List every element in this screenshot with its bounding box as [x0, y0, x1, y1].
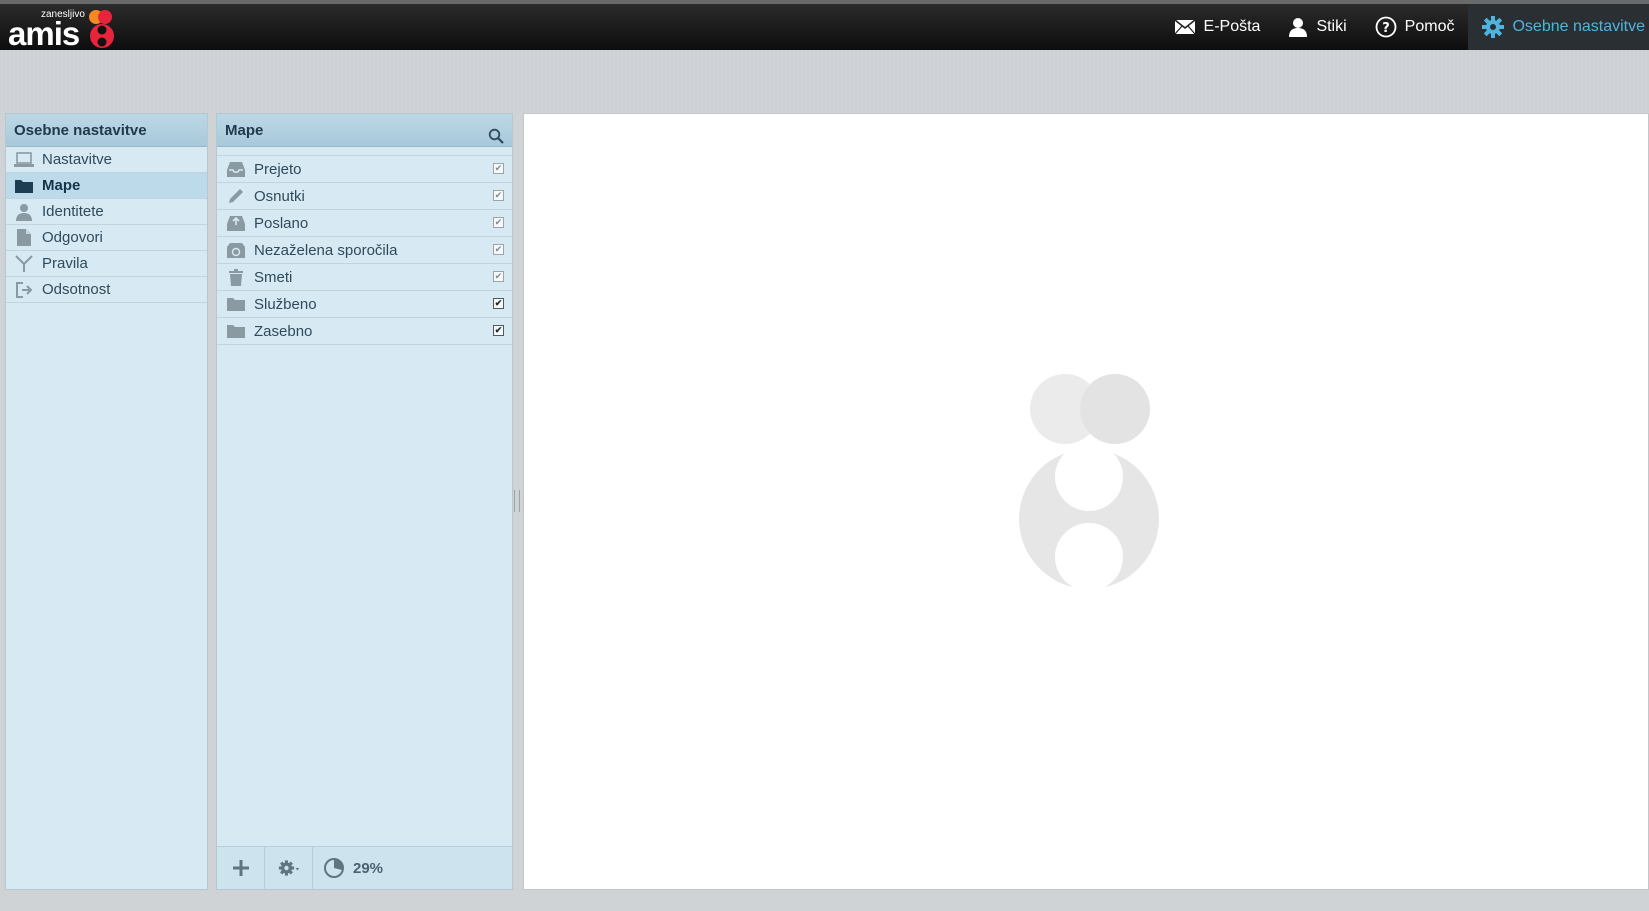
nav-contacts[interactable]: Stiki — [1274, 4, 1360, 50]
nav-email-label: E-Pošta — [1203, 18, 1261, 35]
plus-icon — [232, 860, 249, 876]
nav-help[interactable]: ? Pomoč — [1361, 4, 1469, 50]
quota-indicator: 29% — [313, 857, 383, 879]
sidebar-item-label: Mape — [42, 176, 81, 194]
amis-watermark-logo — [1019, 374, 1159, 589]
sidebar-item-rules[interactable]: Pravila — [6, 251, 207, 277]
outbox-icon — [226, 213, 246, 233]
sidebar-item-settings[interactable]: Nastavitve — [6, 147, 207, 173]
sidebar-item-label: Nastavitve — [42, 150, 113, 168]
nav-personal-settings-label: Osebne nastavitve — [1512, 18, 1645, 35]
envelope-icon — [1174, 19, 1196, 35]
sidebar-item-label: Odgovori — [42, 228, 103, 246]
folder-item-junk[interactable]: Nezaželena sporočila ✔ — [217, 237, 512, 264]
trash-icon — [226, 267, 246, 287]
folders-panel: Mape Prejeto ✔ Osnutki ✔ Poslano ✔ Nezaž… — [216, 113, 513, 890]
person-icon — [1289, 18, 1308, 37]
sidebar-item-label: Identitete — [42, 202, 104, 220]
quota-percentage: 29% — [353, 859, 384, 877]
folder-item-drafts[interactable]: Osnutki ✔ — [217, 183, 512, 210]
folders-panel-header: Mape — [217, 114, 512, 147]
subscription-checkbox[interactable]: ✔ — [493, 325, 504, 336]
amis-logo[interactable]: zanesljivo amis — [8, 8, 128, 50]
subscription-checkbox[interactable]: ✔ — [493, 217, 504, 228]
gear-icon — [1482, 16, 1505, 38]
folder-icon — [226, 294, 246, 314]
quota-pie-icon — [324, 858, 344, 878]
inbox-icon — [226, 159, 246, 179]
folder-item-sent[interactable]: Poslano ✔ — [217, 210, 512, 237]
sidebar-item-folders[interactable]: Mape — [6, 173, 207, 199]
gear-icon — [278, 860, 299, 876]
folder-icon — [14, 176, 34, 196]
svg-text:?: ? — [1382, 21, 1390, 36]
nav-personal-settings[interactable]: Osebne nastavitve — [1468, 4, 1649, 50]
nav-help-label: Pomoč — [1404, 18, 1455, 35]
folder-details-area — [523, 113, 1649, 890]
settings-menu: Nastavitve Mape Identitete Odgovori Prav… — [6, 147, 207, 303]
subscription-checkbox[interactable]: ✔ — [493, 271, 504, 282]
settings-sections-panel: Osebne nastavitve Nastavitve Mape Identi… — [5, 113, 208, 890]
folder-icon — [226, 321, 246, 341]
main-navigation: E-Pošta Stiki ? Pomoč Osebne nastavitve — [1160, 4, 1649, 50]
sidebar-item-responses[interactable]: Odgovori — [6, 225, 207, 251]
panel-resize-handle[interactable] — [514, 490, 520, 512]
nav-email[interactable]: E-Pošta — [1160, 4, 1275, 50]
subscription-checkbox[interactable]: ✔ — [493, 298, 504, 309]
folder-item-trash[interactable]: Smeti ✔ — [217, 264, 512, 291]
sidebar-item-absence[interactable]: Odsotnost — [6, 277, 207, 303]
folder-label: Poslano — [254, 214, 309, 232]
pencil-icon — [226, 186, 246, 206]
help-icon: ? — [1375, 16, 1397, 38]
folder-item-work[interactable]: Službeno ✔ — [217, 291, 512, 318]
recycle-icon — [226, 240, 246, 260]
folder-item-inbox[interactable]: Prejeto ✔ — [217, 156, 512, 183]
folder-item-private[interactable]: Zasebno ✔ — [217, 318, 512, 345]
folder-actions-menu-button[interactable] — [265, 847, 313, 889]
sidebar-item-label: Pravila — [42, 254, 88, 272]
folder-label: Službeno — [254, 295, 317, 313]
person-icon — [14, 202, 34, 222]
folder-label: Nezaželena sporočila — [254, 241, 398, 259]
folder-label: Osnutki — [254, 187, 305, 205]
folder-label: Smeti — [254, 268, 293, 286]
folder-label: Zasebno — [254, 322, 313, 340]
search-icon[interactable] — [488, 123, 504, 144]
top-bar: zanesljivo amis E-Pošta Stiki ? Pomoč Os… — [0, 0, 1649, 50]
toolbar-band — [0, 50, 1649, 112]
logout-icon — [14, 280, 34, 300]
logo-mark-icon — [89, 10, 114, 48]
nav-contacts-label: Stiki — [1316, 18, 1347, 35]
sidebar-item-identities[interactable]: Identitete — [6, 199, 207, 225]
folders-footer: 29% — [217, 846, 512, 889]
laptop-icon — [14, 150, 34, 170]
settings-panel-title: Osebne nastavitve — [6, 114, 207, 147]
folder-label: Prejeto — [254, 160, 302, 178]
add-folder-button[interactable] — [217, 847, 265, 889]
sidebar-item-label: Odsotnost — [42, 280, 111, 298]
filter-icon — [14, 254, 34, 274]
subscription-checkbox[interactable]: ✔ — [493, 190, 504, 201]
subscription-checkbox[interactable]: ✔ — [493, 163, 504, 174]
logo-wordmark: amis — [8, 15, 80, 52]
subscription-checkbox[interactable]: ✔ — [493, 244, 504, 255]
folder-list: Prejeto ✔ Osnutki ✔ Poslano ✔ Nezaželena… — [217, 155, 512, 345]
folders-panel-title: Mape — [225, 122, 264, 139]
document-icon — [14, 228, 34, 248]
